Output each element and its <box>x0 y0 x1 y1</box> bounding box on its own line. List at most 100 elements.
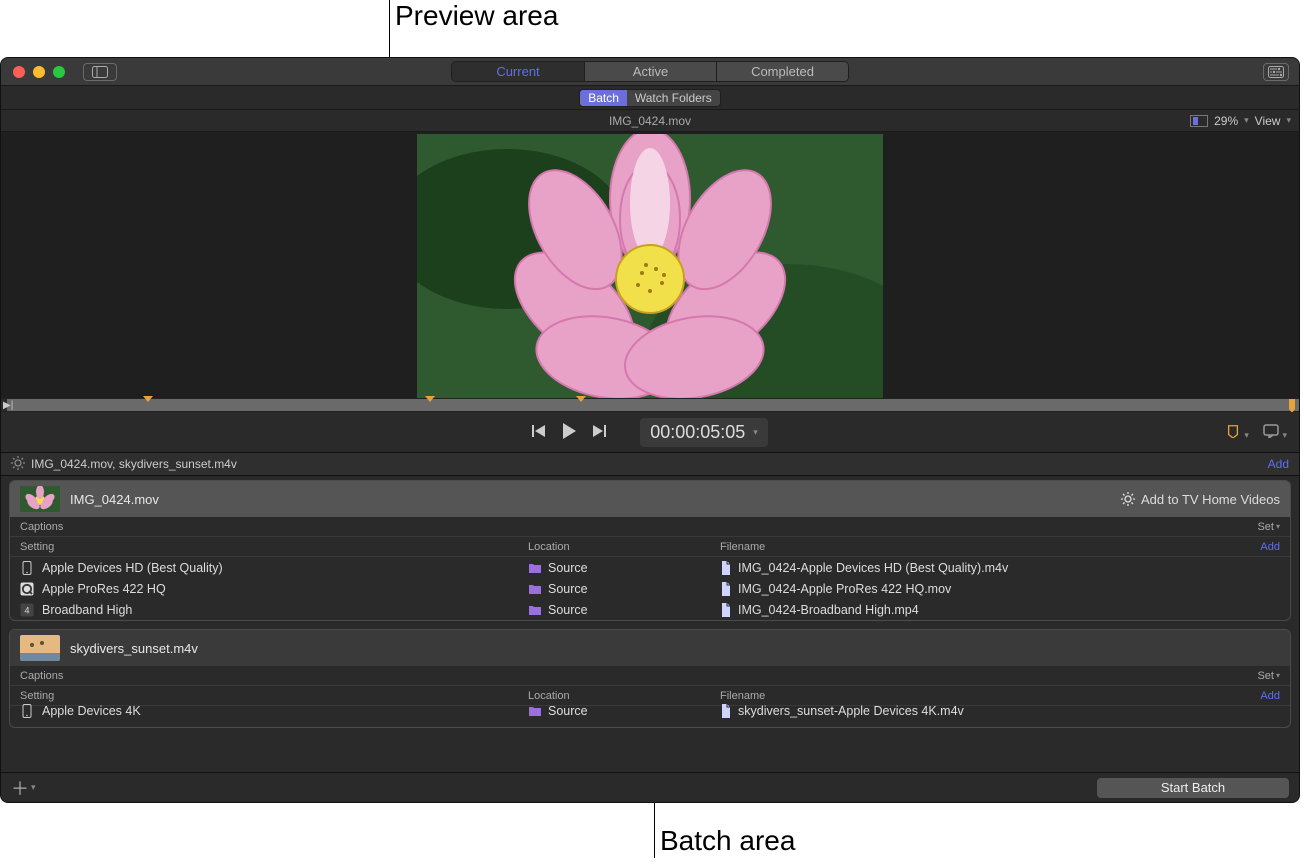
captions-set-button[interactable]: Set▾ <box>1257 521 1280 533</box>
window-titlebar: Current Active Completed <box>1 58 1299 86</box>
job-thumbnail <box>20 635 60 661</box>
timeline-go-to-start-icon[interactable]: ▶| <box>3 400 13 411</box>
output-setting: Apple Devices 4K <box>42 704 141 718</box>
view-menu[interactable]: View <box>1255 114 1281 128</box>
document-icon <box>720 561 732 575</box>
output-row[interactable]: Apple Devices HD (Best Quality) Source I… <box>10 557 1290 578</box>
chevron-down-icon: ▾ <box>1286 115 1291 126</box>
output-row[interactable]: Apple Devices 4K Source skydivers_sunset… <box>10 706 1290 727</box>
timeline-marker[interactable] <box>143 396 153 402</box>
output-row[interactable]: 4Broadband High Source IMG_0424-Broadban… <box>10 599 1290 620</box>
output-location: Source <box>548 561 588 575</box>
mp4-icon: 4 <box>20 603 34 617</box>
quicktime-icon <box>20 582 34 596</box>
folder-icon <box>528 705 542 717</box>
close-window-button[interactable] <box>13 66 25 78</box>
batch-mode-tabs-bar: Batch Watch Folders <box>1 86 1299 110</box>
caption-menu-button[interactable]: ▾ <box>1263 424 1287 441</box>
svg-text:4: 4 <box>24 605 29 615</box>
batch-mode-tabs: Batch Watch Folders <box>579 89 721 107</box>
document-icon <box>720 582 732 596</box>
captions-set-button[interactable]: Set▾ <box>1257 670 1280 682</box>
chevron-down-icon: ▾ <box>1244 430 1249 440</box>
batch-header-add-button[interactable]: Add <box>1268 457 1289 471</box>
preview-file-bar: IMG_0424.mov 29% ▾ View ▾ <box>1 110 1299 132</box>
captions-row: Captions Set▾ <box>10 517 1290 537</box>
document-icon <box>720 704 732 718</box>
compare-toggle-button[interactable] <box>1190 115 1208 127</box>
minimize-window-button[interactable] <box>33 66 45 78</box>
subtab-batch[interactable]: Batch <box>580 90 627 106</box>
col-filename: Filename <box>720 541 1260 553</box>
callout-batch-label: Batch area <box>660 825 795 857</box>
batch-header: IMG_0424.mov, skydivers_sunset.m4v Add <box>1 452 1299 476</box>
output-columns-header: Setting Location Filename Add <box>10 537 1290 557</box>
tab-current[interactable]: Current <box>452 62 584 81</box>
folder-icon <box>528 604 542 616</box>
preview-image[interactable] <box>417 134 883 398</box>
chevron-down-icon: ▾ <box>1282 430 1287 440</box>
tab-completed[interactable]: Completed <box>716 62 848 81</box>
timeline-marker[interactable] <box>425 396 435 402</box>
timeline[interactable]: ▶| <box>1 398 1299 412</box>
add-output-button[interactable]: Add <box>1260 541 1280 553</box>
chevron-down-icon: ▾ <box>31 782 36 793</box>
transport-controls: 00:00:05:05 ▾ ▾ ▾ <box>1 412 1299 452</box>
jobs-list: IMG_0424.mov Add to TV Home Videos Capti… <box>1 476 1299 736</box>
job-action-button[interactable]: Add to TV Home Videos <box>1121 492 1280 507</box>
timeline-marker[interactable] <box>576 396 586 402</box>
marker-menu-button[interactable]: ▾ <box>1225 424 1249 441</box>
col-location: Location <box>528 690 720 702</box>
output-location: Source <box>548 582 588 596</box>
zoom-level[interactable]: 29% <box>1214 114 1238 128</box>
output-row[interactable]: Apple ProRes 422 HQ Source IMG_0424-Appl… <box>10 578 1290 599</box>
chevron-down-icon: ▾ <box>753 427 758 438</box>
gear-icon <box>1121 492 1135 506</box>
captions-row: Captions Set▾ <box>10 666 1290 686</box>
job-header[interactable]: skydivers_sunset.m4v <box>10 630 1290 666</box>
add-output-button[interactable]: Add <box>1260 690 1280 702</box>
batch-title: IMG_0424.mov, skydivers_sunset.m4v <box>31 457 237 471</box>
batch-footer: ＋▾ Start Batch <box>1 772 1299 802</box>
job-header[interactable]: IMG_0424.mov Add to TV Home Videos <box>10 481 1290 517</box>
captions-label: Captions <box>20 521 63 533</box>
output-setting: Apple ProRes 422 HQ <box>42 582 166 596</box>
toggle-inspector-button[interactable] <box>1263 63 1289 81</box>
batch-gear-icon <box>11 456 31 473</box>
col-setting: Setting <box>20 541 528 553</box>
next-frame-button[interactable] <box>592 424 606 441</box>
captions-label: Captions <box>20 670 63 682</box>
job-thumbnail <box>20 486 60 512</box>
play-button[interactable] <box>560 422 578 443</box>
callout-preview-label: Preview area <box>395 0 558 32</box>
col-filename: Filename <box>720 690 1260 702</box>
main-view-tabs: Current Active Completed <box>451 61 849 82</box>
output-filename: IMG_0424-Broadband High.mp4 <box>738 603 919 617</box>
chevron-down-icon: ▾ <box>1244 115 1249 126</box>
output-location: Source <box>548 704 588 718</box>
job-action-label: Add to TV Home Videos <box>1141 492 1280 507</box>
toggle-sidebar-button[interactable] <box>83 63 117 81</box>
device-icon <box>20 704 34 718</box>
output-setting: Apple Devices HD (Best Quality) <box>42 561 223 575</box>
preview-filename: IMG_0424.mov <box>609 114 691 128</box>
col-setting: Setting <box>20 690 528 702</box>
output-filename: IMG_0424-Apple ProRes 422 HQ.mov <box>738 582 951 596</box>
document-icon <box>720 603 732 617</box>
folder-icon <box>528 562 542 574</box>
job: IMG_0424.mov Add to TV Home Videos Capti… <box>9 480 1291 621</box>
window-controls <box>13 66 65 78</box>
subtab-watch-folders[interactable]: Watch Folders <box>627 90 720 106</box>
output-location: Source <box>548 603 588 617</box>
job: skydivers_sunset.m4v Captions Set▾ Setti… <box>9 629 1291 728</box>
prev-frame-button[interactable] <box>532 424 546 441</box>
col-location: Location <box>528 541 720 553</box>
zoom-window-button[interactable] <box>53 66 65 78</box>
output-filename: skydivers_sunset-Apple Devices 4K.m4v <box>738 704 964 718</box>
timecode-field[interactable]: 00:00:05:05 ▾ <box>640 418 768 447</box>
add-menu-button[interactable]: ＋▾ <box>11 775 36 801</box>
app-window: Current Active Completed Batch Watch Fol… <box>0 57 1300 803</box>
timeline-out-marker[interactable] <box>1289 399 1297 413</box>
tab-active[interactable]: Active <box>584 62 716 81</box>
start-batch-button[interactable]: Start Batch <box>1097 778 1289 798</box>
